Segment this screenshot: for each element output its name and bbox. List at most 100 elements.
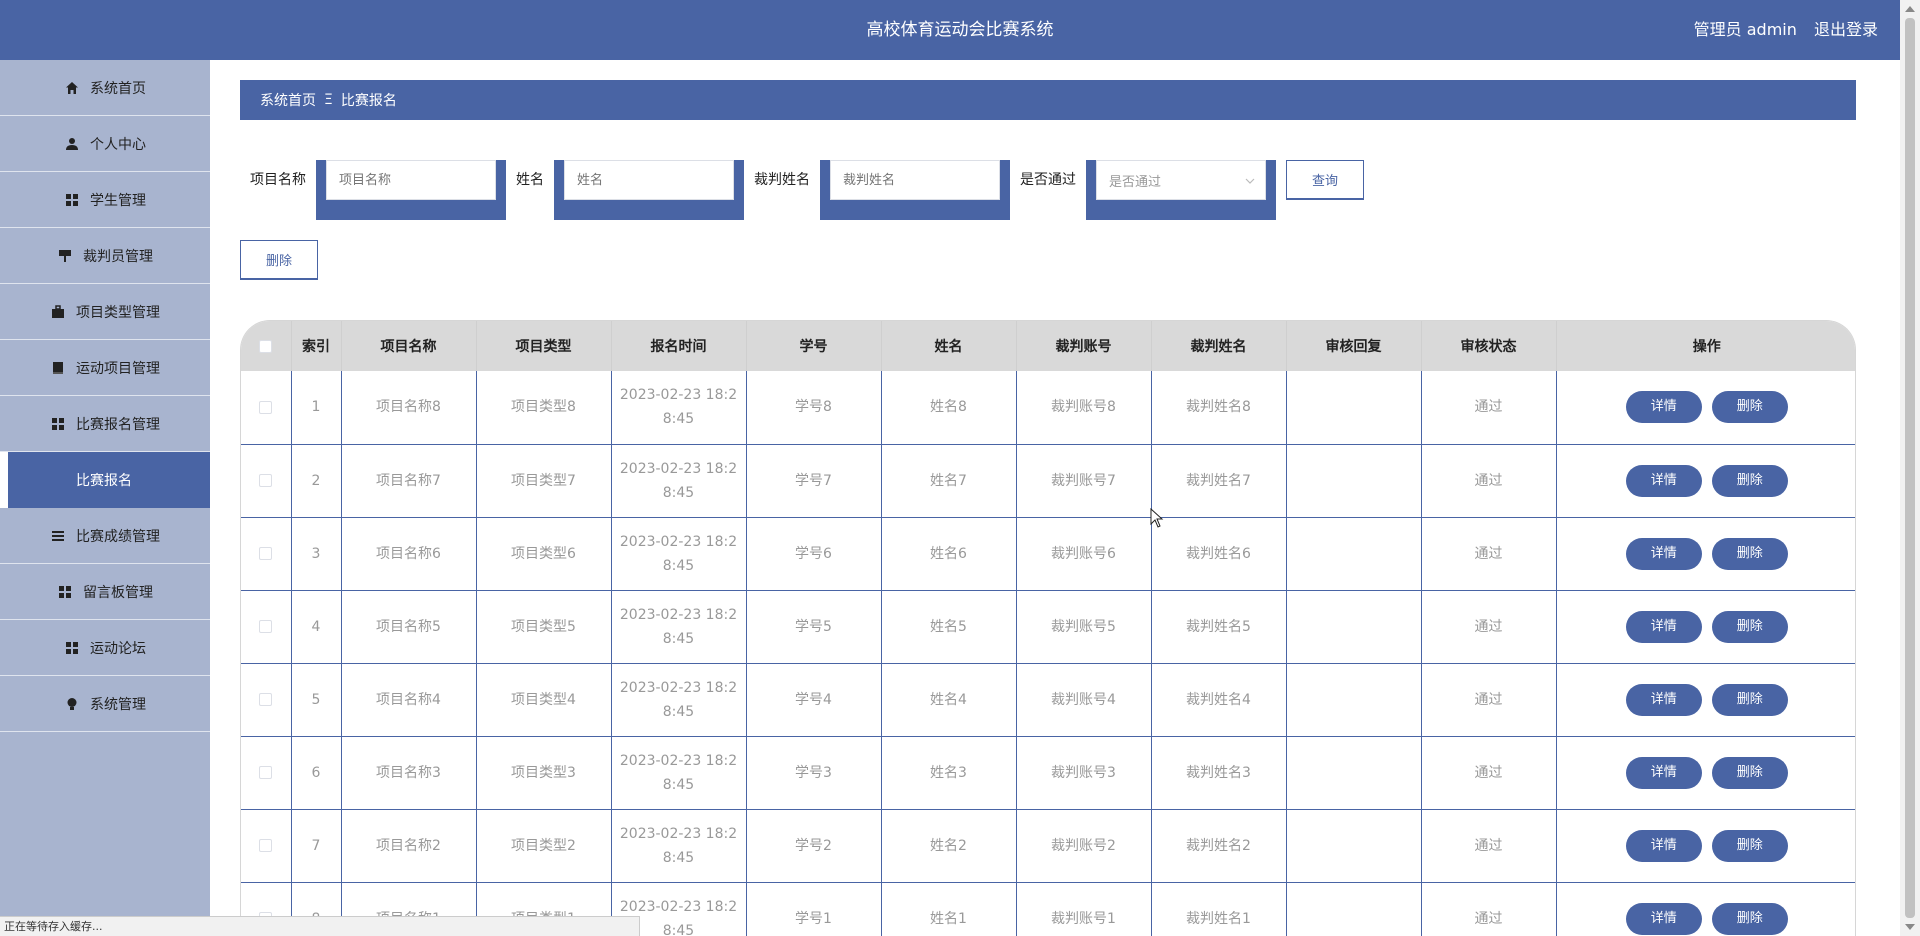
cell-reply — [1286, 809, 1422, 883]
detail-button[interactable]: 详情 — [1625, 902, 1702, 935]
column-header: 裁判姓名 — [1151, 321, 1287, 371]
cell-sid: 学号8 — [746, 371, 882, 445]
sidebar-item-1[interactable]: 个人中心 — [0, 116, 210, 172]
cell-time-line1: 2023-02-23 18:2 — [619, 898, 738, 915]
table-row: 1 项目名称8 项目类型8 2023-02-23 18:2 8:45 学号8 姓名8 裁判账号… — [241, 371, 1855, 445]
cell-jacc: 裁判账号3 — [1016, 736, 1152, 810]
bulb-icon — [64, 696, 80, 712]
app-title: 高校体育运动会比赛系统 — [866, 20, 1054, 40]
cell-name: 姓名6 — [881, 517, 1017, 591]
pass-select-placeholder: 是否通过 — [1109, 174, 1162, 190]
sidebar-item-label: 学生管理 — [90, 192, 146, 209]
row-checkbox[interactable] — [259, 400, 273, 414]
detail-button[interactable]: 详情 — [1625, 610, 1702, 643]
cell-actions: 详情 删除 — [1556, 371, 1855, 445]
cell-jacc: 裁判账号5 — [1016, 590, 1152, 664]
cell-time-line1: 2023-02-23 18:2 — [619, 387, 738, 404]
cell-jname: 裁判姓名3 — [1151, 736, 1287, 810]
cell-project: 项目名称4 — [341, 663, 477, 737]
delete-button[interactable]: 删除 — [1711, 391, 1788, 424]
scroll-down-icon[interactable] — [1905, 924, 1915, 930]
cell-jname: 裁判姓名2 — [1151, 809, 1287, 883]
logout-link[interactable]: 退出登录 — [1814, 20, 1878, 39]
row-checkbox[interactable] — [259, 693, 273, 706]
cell-time-line1: 2023-02-23 18:2 — [619, 752, 738, 769]
cell-time-line2: 8:45 — [662, 776, 695, 793]
delete-button[interactable]: 删除 — [1711, 464, 1788, 497]
cell-jname: 裁判姓名5 — [1151, 590, 1287, 664]
row-checkbox[interactable] — [259, 620, 273, 633]
detail-button[interactable]: 详情 — [1625, 756, 1702, 789]
sidebar-item-3[interactable]: 裁判员管理 — [0, 228, 210, 284]
table-header: 索引 项目名称 项目类型 报名时间 学号 姓名 裁判账号 裁判姓名 审核回复 审核状态 操作 — [241, 321, 1855, 371]
sidebar-item-11[interactable]: 系统管理 — [0, 676, 210, 732]
cell-jacc: 裁判账号1 — [1016, 882, 1152, 936]
cell-sid: 学号1 — [746, 882, 882, 936]
detail-button[interactable]: 详情 — [1625, 683, 1702, 716]
detail-button[interactable]: 详情 — [1625, 391, 1702, 424]
cell-sid: 学号6 — [746, 517, 882, 591]
cell-time-line2: 8:45 — [662, 484, 695, 501]
cell-index: 3 — [291, 517, 342, 591]
judge-name-input[interactable] — [830, 160, 1000, 200]
search-form: 项目名称 姓名 裁判姓名 是否通过 是否通过 查询 — [250, 160, 1364, 220]
cell-jacc: 裁判账号6 — [1016, 517, 1152, 591]
cell-project: 项目名称2 — [341, 809, 477, 883]
cell-type: 项目类型2 — [476, 809, 612, 883]
sidebar-item-6[interactable]: 比赛报名管理 — [0, 396, 210, 452]
sidebar-item-5[interactable]: 运动项目管理 — [0, 340, 210, 396]
delete-button[interactable]: 删除 — [1711, 683, 1788, 716]
vertical-scrollbar[interactable] — [1900, 0, 1920, 936]
select-all-checkbox[interactable] — [259, 339, 273, 353]
batch-delete-button[interactable]: 删除 — [240, 240, 318, 280]
name-input[interactable] — [564, 160, 734, 200]
row-checkbox[interactable] — [259, 839, 273, 852]
project-name-input[interactable] — [326, 160, 496, 200]
cell-reply — [1286, 882, 1422, 936]
delete-button[interactable]: 删除 — [1711, 537, 1788, 570]
cell-type: 项目类型3 — [476, 736, 612, 810]
pass-select[interactable]: 是否通过 — [1096, 160, 1266, 200]
cell-time-line1: 2023-02-23 18:2 — [619, 825, 738, 842]
cell-reply — [1286, 736, 1422, 810]
column-header: 项目名称 — [341, 321, 477, 371]
sidebar-item-label: 留言板管理 — [83, 584, 153, 601]
cell-type: 项目类型8 — [476, 371, 612, 445]
row-checkbox-cell — [241, 444, 292, 518]
cell-status: 通过 — [1421, 882, 1557, 936]
cell-index: 1 — [291, 371, 342, 445]
sidebar-item-7[interactable]: 比赛报名 — [0, 452, 210, 508]
row-checkbox[interactable] — [259, 766, 273, 779]
cell-jname: 裁判姓名8 — [1151, 371, 1287, 445]
delete-button[interactable]: 删除 — [1711, 902, 1788, 935]
cell-time-line2: 8:45 — [662, 849, 695, 866]
select-all-checkbox-cell — [241, 321, 292, 371]
sidebar-item-9[interactable]: 留言板管理 — [0, 564, 210, 620]
cell-time-line2: 8:45 — [662, 411, 695, 428]
cell-actions: 详情 删除 — [1556, 663, 1855, 737]
row-checkbox[interactable] — [259, 474, 273, 487]
delete-button[interactable]: 删除 — [1711, 829, 1788, 862]
row-checkbox[interactable] — [259, 547, 273, 560]
detail-button[interactable]: 详情 — [1625, 464, 1702, 497]
detail-button[interactable]: 详情 — [1625, 537, 1702, 570]
detail-button[interactable]: 详情 — [1625, 829, 1702, 862]
sidebar-item-10[interactable]: 运动论坛 — [0, 620, 210, 676]
pass-box: 是否通过 — [1086, 160, 1276, 220]
cell-actions: 详情 删除 — [1556, 444, 1855, 518]
table-row: 4 项目名称5 项目类型5 2023-02-23 18:2 8:45 学号5 姓名5 裁判账号… — [241, 590, 1855, 664]
breadcrumb-home[interactable]: 系统首页 — [260, 90, 316, 110]
sidebar-item-label: 运动论坛 — [90, 640, 146, 657]
scroll-up-icon[interactable] — [1905, 6, 1915, 12]
cell-actions: 详情 删除 — [1556, 517, 1855, 591]
pass-label: 是否通过 — [1020, 172, 1076, 188]
delete-button[interactable]: 删除 — [1711, 610, 1788, 643]
delete-button[interactable]: 删除 — [1711, 756, 1788, 789]
scrollbar-thumb[interactable] — [1905, 18, 1915, 918]
sidebar-item-0[interactable]: 系统首页 — [0, 60, 210, 116]
cell-jname: 裁判姓名7 — [1151, 444, 1287, 518]
query-button[interactable]: 查询 — [1286, 160, 1364, 200]
sidebar-item-4[interactable]: 项目类型管理 — [0, 284, 210, 340]
sidebar-item-8[interactable]: 比赛成绩管理 — [0, 508, 210, 564]
sidebar-item-2[interactable]: 学生管理 — [0, 172, 210, 228]
